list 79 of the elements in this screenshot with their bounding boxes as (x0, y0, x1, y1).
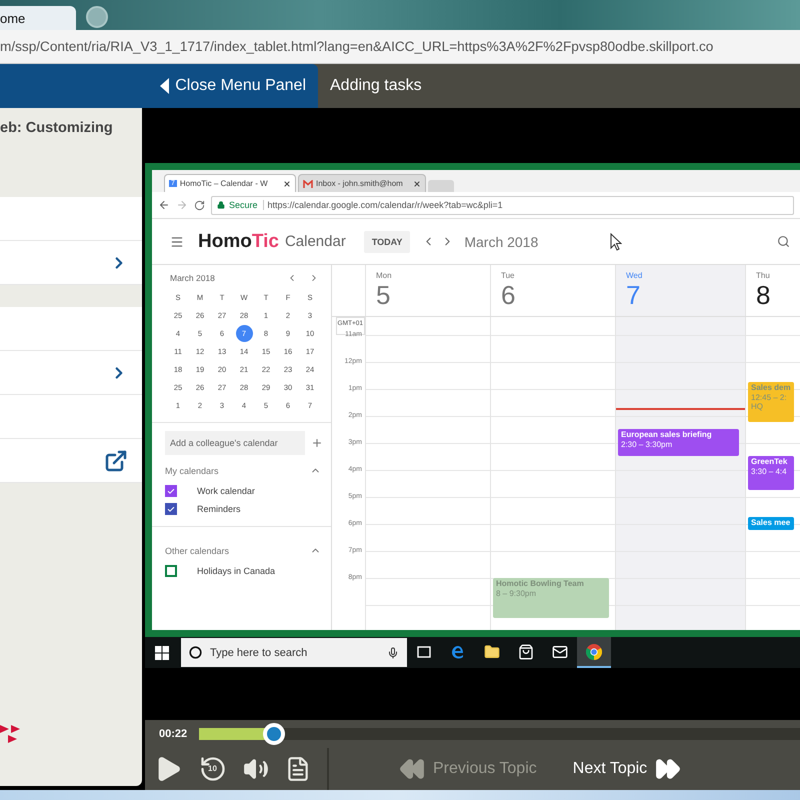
app-logo: HomoTic (198, 230, 279, 252)
double-arrow-right-icon (655, 756, 682, 782)
calendar-name: Holidays in Canada (197, 566, 276, 576)
secure-label: Secure (229, 200, 264, 210)
elapsed-time: 00:22 (159, 728, 188, 740)
taskbar-search-bar[interactable]: Type here to search (181, 638, 407, 667)
replay-arrow-icon (199, 755, 227, 783)
new-tab-icon[interactable] (86, 6, 108, 28)
microphone-icon (387, 646, 399, 658)
day-number: 8 (756, 280, 772, 311)
replay-10-button[interactable]: 10 (191, 755, 235, 783)
calendar-group-title: Other calendars (165, 546, 230, 556)
day-number: 5 (376, 280, 392, 311)
speaker-icon (243, 756, 269, 782)
mail-m-icon (303, 180, 313, 188)
tab-title: HomoTic – Calendar - W (180, 179, 268, 188)
search-input-field[interactable]: Type here to search (208, 646, 381, 660)
back-arrow-icon[interactable] (158, 199, 170, 211)
calendar-name: Work calendar (197, 486, 255, 496)
event-time: 12:45 – 2: (751, 392, 788, 402)
day-number: 6 (501, 280, 516, 311)
chrome-icon (586, 644, 602, 660)
day-name: Thu (756, 271, 771, 280)
event-title: Sales mee (751, 518, 791, 528)
event-title: GreenTek (751, 457, 788, 466)
page-url: https://calendar.google.com/calendar/r/week?tab=wc&pli=1 (268, 200, 503, 210)
lock-icon (217, 201, 225, 209)
topic-title: Adding tasks (330, 77, 422, 95)
taskbar-app[interactable] (577, 637, 611, 668)
triangles-logo-icon (0, 724, 22, 746)
envelope-icon (552, 644, 568, 660)
event-time: 2:30 – 3:30pm (621, 440, 674, 449)
browser-tab[interactable]: ome (0, 6, 76, 30)
close-icon (413, 180, 421, 188)
shopping-bag-icon (518, 644, 534, 660)
circle-icon (189, 646, 202, 659)
address-field[interactable]: Secure https://calendar.google.com/calendar/r/week?tab=wc&pli=1 (211, 196, 794, 214)
event-location: HQ (751, 402, 764, 412)
event-title: Homotic Bowling Team (496, 579, 585, 588)
windows-logo-icon[interactable] (155, 646, 169, 660)
next-topic-button[interactable]: Next Topic (572, 756, 682, 782)
browser-tab[interactable]: Inbox - john.smith@hom (298, 174, 426, 192)
close-menu-panel-button[interactable]: Close Menu Panel (0, 64, 318, 108)
double-arrow-left-icon (399, 756, 425, 782)
caret-left-icon (160, 78, 170, 94)
mouse-pointer-icon (610, 233, 622, 251)
close-icon (283, 180, 291, 188)
calendar-event[interactable]: GreenTek 3:30 – 4:4 (748, 456, 794, 490)
course-title: eb: Customizing (0, 119, 114, 138)
calendar-name: Reminders (197, 504, 241, 514)
add-calendar-field[interactable]: Add a colleague's calendar (165, 431, 305, 455)
menu-icon[interactable] (170, 234, 184, 248)
event-time: 8 – 9:30pm (496, 588, 538, 598)
plus-icon[interactable] (311, 437, 323, 449)
calendar-checkbox[interactable] (165, 565, 177, 577)
search-icon[interactable] (777, 235, 790, 248)
day-name: Tue (501, 271, 516, 280)
day-name: Wed (626, 271, 644, 280)
external-link-icon (104, 448, 128, 472)
event-title: European sales briefing (621, 430, 713, 440)
calendar-event[interactable]: European sales briefing 2:30 – 3:30pm (618, 429, 739, 456)
today-button[interactable]: TODAY (364, 230, 410, 252)
calendar-checkbox[interactable] (165, 485, 177, 497)
progress-handle[interactable] (262, 723, 285, 745)
reload-icon[interactable] (194, 200, 205, 210)
day-number: 7 (626, 280, 642, 311)
calendar-checkbox[interactable] (165, 503, 177, 515)
edge-e-icon (450, 644, 466, 660)
mini-calendar-month: March 2018 (170, 273, 215, 283)
tab-title: Inbox - john.smith@hom (316, 179, 403, 188)
event-title: Sales dem (751, 383, 791, 392)
event-time: 3:30 – 4:4 (751, 466, 788, 476)
task-view-icon (416, 646, 432, 658)
progress-track[interactable] (199, 723, 800, 745)
day-name: Mon (376, 271, 393, 280)
calendar-group-title: My calendars (165, 466, 219, 476)
current-period: March 2018 (464, 234, 538, 250)
product-name: Calendar (284, 233, 346, 250)
folder-icon (484, 644, 500, 660)
